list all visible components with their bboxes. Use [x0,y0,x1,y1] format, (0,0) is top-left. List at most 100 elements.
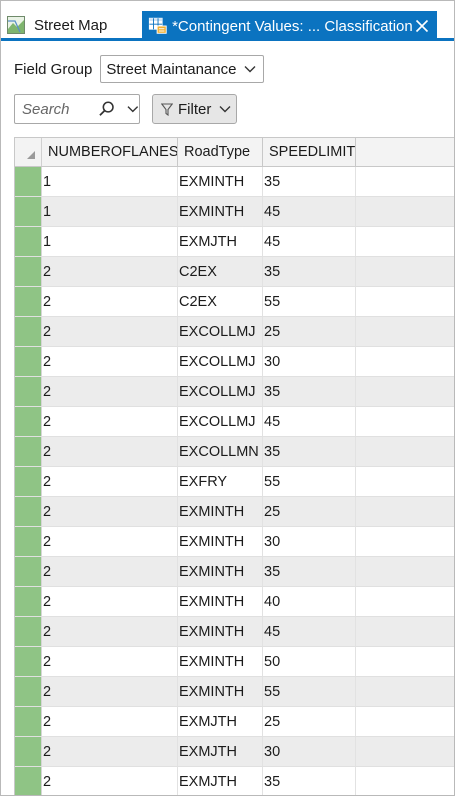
row-selector[interactable] [15,227,42,256]
cell-numberoflanes[interactable]: 2 [42,587,178,616]
cell-numberoflanes[interactable]: 2 [42,677,178,706]
cell-speedlimit[interactable]: 30 [263,527,356,556]
cell-speedlimit[interactable]: 25 [263,317,356,346]
cell-roadtype[interactable]: EXMINTH [178,677,263,706]
table-row[interactable]: 2 C2EX 35 [15,257,454,287]
cell-speedlimit[interactable]: 50 [263,647,356,676]
table-row[interactable]: 2 C2EX 55 [15,287,454,317]
table-row[interactable]: 1 EXMINTH 35 [15,167,454,197]
row-selector[interactable] [15,587,42,616]
row-selector[interactable] [15,407,42,436]
table-row[interactable]: 2 EXFRY 55 [15,467,454,497]
row-selector[interactable] [15,167,42,196]
cell-numberoflanes[interactable]: 2 [42,527,178,556]
cell-numberoflanes[interactable]: 2 [42,737,178,766]
column-header-speedlimit[interactable]: SPEEDLIMIT [263,138,356,166]
cell-roadtype[interactable]: EXCOLLMN [178,437,263,466]
row-selector[interactable] [15,197,42,226]
cell-numberoflanes[interactable]: 2 [42,407,178,436]
table-row[interactable]: 2 EXCOLLMJ 35 [15,377,454,407]
cell-speedlimit[interactable]: 30 [263,737,356,766]
cell-roadtype[interactable]: EXMJTH [178,737,263,766]
field-group-select[interactable]: Street Maintanance [100,55,265,83]
cell-numberoflanes[interactable]: 2 [42,707,178,736]
cell-roadtype[interactable]: EXMJTH [178,227,263,256]
cell-numberoflanes[interactable]: 2 [42,767,178,795]
cell-roadtype[interactable]: EXMINTH [178,587,263,616]
cell-roadtype[interactable]: EXMINTH [178,497,263,526]
row-selector[interactable] [15,257,42,286]
table-row[interactable]: 2 EXMINTH 35 [15,557,454,587]
cell-numberoflanes[interactable]: 2 [42,617,178,646]
cell-numberoflanes[interactable]: 2 [42,287,178,316]
cell-roadtype[interactable]: EXMINTH [178,557,263,586]
table-row[interactable]: 2 EXMJTH 25 [15,707,454,737]
row-selector[interactable] [15,737,42,766]
cell-roadtype[interactable]: EXCOLLMJ [178,377,263,406]
tab-street-map[interactable]: Street Map [7,12,107,38]
cell-speedlimit[interactable]: 25 [263,707,356,736]
cell-speedlimit[interactable]: 35 [263,167,356,196]
cell-speedlimit[interactable]: 45 [263,407,356,436]
row-selector[interactable] [15,467,42,496]
table-row[interactable]: 1 EXMINTH 45 [15,197,454,227]
cell-numberoflanes[interactable]: 1 [42,167,178,196]
cell-roadtype[interactable]: EXMJTH [178,707,263,736]
cell-numberoflanes[interactable]: 2 [42,557,178,586]
cell-speedlimit[interactable]: 45 [263,617,356,646]
cell-roadtype[interactable]: EXFRY [178,467,263,496]
cell-numberoflanes[interactable]: 1 [42,197,178,226]
row-selector[interactable] [15,617,42,646]
table-row[interactable]: 2 EXMINTH 30 [15,527,454,557]
row-selector[interactable] [15,497,42,526]
row-selector[interactable] [15,437,42,466]
cell-roadtype[interactable]: EXMINTH [178,197,263,226]
table-row[interactable]: 1 EXMJTH 45 [15,227,454,257]
cell-roadtype[interactable]: EXMINTH [178,527,263,556]
table-row[interactable]: 2 EXMJTH 35 [15,767,454,795]
cell-numberoflanes[interactable]: 2 [42,377,178,406]
cell-roadtype[interactable]: C2EX [178,287,263,316]
cell-speedlimit[interactable]: 40 [263,587,356,616]
cell-speedlimit[interactable]: 35 [263,437,356,466]
cell-speedlimit[interactable]: 45 [263,227,356,256]
search-input[interactable] [22,100,86,118]
table-row[interactable]: 2 EXMINTH 40 [15,587,454,617]
row-selector[interactable] [15,767,42,795]
row-selector[interactable] [15,647,42,676]
cell-roadtype[interactable]: EXCOLLMJ [178,407,263,436]
cell-roadtype[interactable]: EXMJTH [178,767,263,795]
table-row[interactable]: 2 EXMINTH 50 [15,647,454,677]
cell-roadtype[interactable]: EXMINTH [178,617,263,646]
close-icon[interactable] [413,16,431,36]
table-row[interactable]: 2 EXMINTH 55 [15,677,454,707]
cell-speedlimit[interactable]: 35 [263,767,356,795]
table-row[interactable]: 2 EXMJTH 30 [15,737,454,767]
cell-speedlimit[interactable]: 30 [263,347,356,376]
row-selector[interactable] [15,377,42,406]
table-row[interactable]: 2 EXCOLLMN 35 [15,437,454,467]
row-selector[interactable] [15,707,42,736]
search-icon[interactable] [98,100,115,118]
column-header-numberoflanes[interactable]: NUMBEROFLANES [42,138,178,166]
cell-numberoflanes[interactable]: 2 [42,347,178,376]
cell-roadtype[interactable]: EXCOLLMJ [178,347,263,376]
cell-numberoflanes[interactable]: 2 [42,437,178,466]
table-row[interactable]: 2 EXCOLLMJ 45 [15,407,454,437]
cell-roadtype[interactable]: EXMINTH [178,167,263,196]
cell-numberoflanes[interactable]: 2 [42,647,178,676]
row-selector[interactable] [15,347,42,376]
cell-numberoflanes[interactable]: 1 [42,227,178,256]
row-selector[interactable] [15,317,42,346]
cell-roadtype[interactable]: EXMINTH [178,647,263,676]
cell-roadtype[interactable]: C2EX [178,257,263,286]
cell-numberoflanes[interactable]: 2 [42,257,178,286]
cell-speedlimit[interactable]: 55 [263,287,356,316]
row-selector[interactable] [15,677,42,706]
tab-contingent-values[interactable]: *Contingent Values: ... Classification [142,11,437,41]
cell-speedlimit[interactable]: 55 [263,467,356,496]
search-box[interactable] [14,94,140,124]
row-selector[interactable] [15,527,42,556]
table-row[interactable]: 2 EXCOLLMJ 25 [15,317,454,347]
cell-numberoflanes[interactable]: 2 [42,497,178,526]
